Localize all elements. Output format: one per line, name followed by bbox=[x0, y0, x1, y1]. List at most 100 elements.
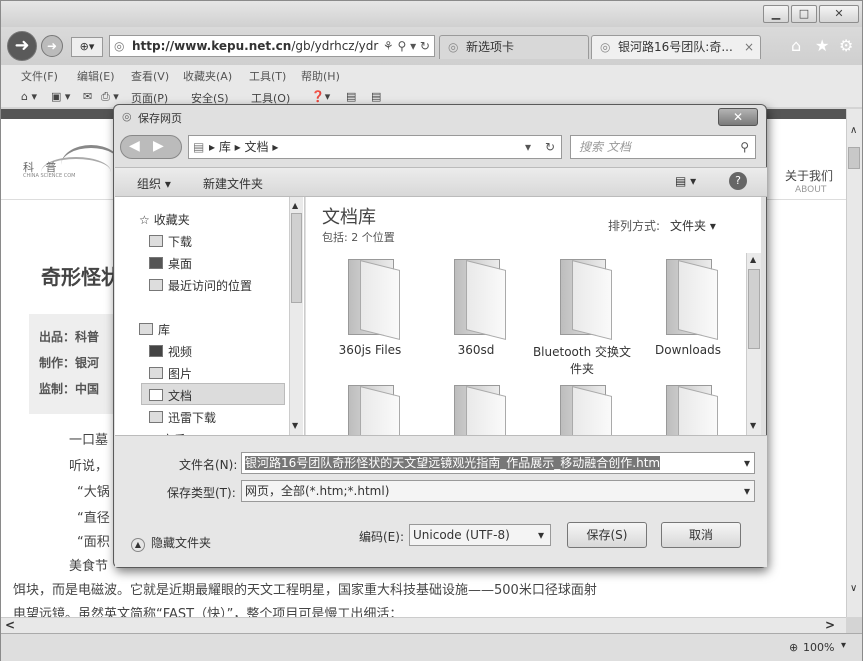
dialog-search-input[interactable]: 搜索 文档 ⚲ bbox=[570, 135, 756, 159]
scroll-thumb[interactable] bbox=[848, 147, 860, 169]
hide-folders-toggle[interactable]: ▲ 隐藏文件夹 bbox=[131, 534, 211, 552]
documents-icon bbox=[149, 389, 163, 401]
folder-icon[interactable] bbox=[340, 385, 400, 435]
scroll-down-arrow-icon[interactable]: ▼ bbox=[750, 421, 756, 430]
nav-item-thunder[interactable]: 迅雷下载 bbox=[149, 409, 216, 426]
scroll-up-arrow-icon[interactable]: ∧ bbox=[850, 125, 857, 136]
save-type-dropdown-icon[interactable]: ▾ bbox=[744, 481, 750, 501]
path-library[interactable]: 库 bbox=[219, 140, 231, 154]
refresh-search-icons[interactable]: ⚘ ⚲ ▾ ↻ bbox=[378, 36, 430, 56]
menu-file[interactable]: 文件(F) bbox=[21, 68, 58, 84]
scroll-down-arrow-icon[interactable]: ∨ bbox=[850, 583, 857, 594]
onenote-icon[interactable]: ▤ bbox=[371, 90, 381, 103]
menu-tools[interactable]: 工具(T) bbox=[249, 68, 286, 84]
filename-value: 银河路16号团队奇形怪状的天文望远镜观光指南_作品展示_移动融合创作.htm bbox=[245, 456, 661, 470]
menu-edit[interactable]: 编辑(E) bbox=[77, 68, 115, 84]
organize-button[interactable]: 组织 ▾ bbox=[137, 175, 171, 192]
body-text-line: 饵块，而是电磁波。它就是近期最耀眼的天文工程明星，国家重大科技基础设施——500… bbox=[13, 583, 597, 598]
encoding-dropdown-icon[interactable]: ▾ bbox=[538, 525, 544, 545]
filename-input[interactable]: 银河路16号团队奇形怪状的天文望远镜观光指南_作品展示_移动融合创作.htm ▾ bbox=[241, 452, 755, 474]
scroll-up-arrow-icon[interactable]: ▲ bbox=[750, 255, 756, 264]
nav-label: 文档 bbox=[168, 389, 193, 403]
folder-icon[interactable] bbox=[552, 385, 612, 435]
back-button[interactable]: ➜ bbox=[7, 31, 37, 61]
zoom-dropdown-icon[interactable]: ▾ bbox=[841, 640, 846, 651]
path-dropdown-icon[interactable]: ▾ bbox=[525, 136, 531, 158]
nav-favorites[interactable]: ☆ 收藏夹 bbox=[139, 211, 190, 228]
nav-item-recent[interactable]: 最近访问的位置 bbox=[149, 277, 252, 294]
research-icon[interactable]: ▤ bbox=[346, 90, 356, 103]
scroll-left-arrow-icon[interactable]: < bbox=[5, 618, 15, 632]
mail-icon[interactable]: ✉ bbox=[83, 90, 92, 103]
credit-line: 监制：中国 bbox=[39, 382, 100, 396]
view-options-icon[interactable]: ▤ ▾ bbox=[675, 174, 696, 188]
save-button[interactable]: 保存(S) bbox=[567, 522, 647, 548]
nav-scroll-thumb[interactable] bbox=[291, 213, 302, 303]
url-host: http://www.kepu.net.cn bbox=[132, 39, 292, 53]
refresh-icon[interactable]: ↻ bbox=[545, 136, 555, 158]
library-icon bbox=[139, 323, 153, 335]
menu-help[interactable]: 帮助(H) bbox=[301, 68, 340, 84]
content-scroll-thumb[interactable] bbox=[748, 269, 760, 349]
page-vertical-scrollbar[interactable]: ∧ ∨ bbox=[846, 109, 862, 617]
dialog-back-forward[interactable]: ◀ ▶ bbox=[120, 135, 182, 159]
folder-item[interactable]: Bluetooth 交换文件夹 bbox=[532, 259, 632, 377]
content-scrollbar[interactable]: ▲ ▼ bbox=[746, 253, 761, 435]
arrange-by-dropdown[interactable]: 文件夹 ▾ bbox=[670, 217, 716, 234]
forward-arrow-icon[interactable]: ▶ bbox=[153, 138, 164, 154]
tab-active[interactable]: ◎ 银河路16号团队:奇... × bbox=[591, 35, 761, 59]
dialog-address-bar[interactable]: ▤ ▸ 库 ▸ 文档 ▸ ▾ ↻ bbox=[188, 135, 562, 159]
tab-new[interactable]: ◎ 新选项卡 bbox=[439, 35, 589, 59]
nav-libraries[interactable]: 库 bbox=[139, 321, 170, 338]
folder-icon[interactable] bbox=[658, 385, 718, 435]
scroll-down-arrow-icon[interactable]: ▼ bbox=[292, 421, 298, 430]
print-icon[interactable]: ⎙ ▾ bbox=[101, 90, 119, 104]
favorites-star-icon[interactable]: ★ bbox=[815, 36, 829, 55]
zoom-level[interactable]: 100% bbox=[803, 641, 834, 654]
folder-item[interactable]: Downloads bbox=[638, 259, 738, 357]
save-type-select[interactable]: 网页，全部(*.htm;*.html) ▾ bbox=[241, 480, 755, 502]
star-icon: ☆ bbox=[139, 213, 150, 227]
help-icon[interactable]: ? bbox=[729, 172, 747, 190]
home-icon[interactable]: ⌂ bbox=[791, 36, 801, 55]
home-cmd-icon[interactable]: ⌂ ▾ bbox=[21, 90, 37, 103]
feeds-icon[interactable]: ▣ ▾ bbox=[51, 90, 70, 103]
folder-item[interactable]: 360sd bbox=[426, 259, 526, 357]
nav-item-downloads[interactable]: 下载 bbox=[149, 233, 192, 250]
path-documents[interactable]: 文档 bbox=[245, 140, 269, 154]
path-sep: ▸ bbox=[209, 140, 219, 154]
scroll-right-arrow-icon[interactable]: > bbox=[825, 618, 835, 632]
filename-dropdown-icon[interactable]: ▾ bbox=[743, 453, 750, 473]
scroll-up-arrow-icon[interactable]: ▲ bbox=[292, 201, 298, 210]
nav-item-videos[interactable]: 视频 bbox=[149, 343, 192, 360]
encoding-select[interactable]: Unicode (UTF-8) ▾ bbox=[409, 524, 551, 546]
folder-icon[interactable] bbox=[446, 385, 506, 435]
menu-favorites[interactable]: 收藏夹(A) bbox=[183, 68, 232, 84]
compat-icon[interactable]: ⊕▾ bbox=[71, 37, 103, 57]
close-button[interactable]: ✕ bbox=[819, 5, 859, 23]
save-form: 文件名(N): 银河路16号团队奇形怪状的天文望远镜观光指南_作品展示_移动融合… bbox=[115, 435, 767, 567]
page-horizontal-scrollbar[interactable]: < > bbox=[1, 617, 846, 633]
nav-item-documents[interactable]: 文档 bbox=[149, 387, 192, 404]
tab-close-icon[interactable]: × bbox=[744, 36, 754, 58]
minimize-button[interactable]: ▁ bbox=[763, 5, 789, 23]
address-bar[interactable]: ◎ http://www.kepu.net.cn/gb/ydrhcz/ydrl … bbox=[109, 35, 435, 57]
nav-label: 视频 bbox=[168, 345, 193, 359]
about-link[interactable]: 关于我们 bbox=[785, 167, 833, 184]
zoom-icon[interactable]: ⊕ bbox=[789, 641, 798, 654]
new-folder-button[interactable]: 新建文件夹 bbox=[203, 175, 263, 192]
help-icon[interactable]: ❓▾ bbox=[311, 90, 330, 103]
dialog-nav-bar: ◀ ▶ ▤ ▸ 库 ▸ 文档 ▸ ▾ ↻ 搜索 文档 ⚲ bbox=[120, 133, 760, 163]
dialog-close-button[interactable]: ✕ bbox=[718, 108, 758, 126]
back-arrow-icon[interactable]: ◀ bbox=[129, 138, 140, 154]
cancel-button[interactable]: 取消 bbox=[661, 522, 741, 548]
forward-button[interactable]: ➜ bbox=[41, 35, 63, 57]
nav-item-pictures[interactable]: 图片 bbox=[149, 365, 192, 382]
maximize-button[interactable]: □ bbox=[791, 5, 817, 23]
search-icon[interactable]: ⚲ bbox=[740, 136, 749, 158]
nav-scrollbar[interactable]: ▲ ▼ bbox=[289, 197, 303, 435]
folder-item[interactable]: 360js Files bbox=[320, 259, 420, 357]
nav-item-desktop[interactable]: 桌面 bbox=[149, 255, 192, 272]
settings-gear-icon[interactable]: ⚙ bbox=[839, 36, 853, 55]
menu-view[interactable]: 查看(V) bbox=[131, 68, 169, 84]
